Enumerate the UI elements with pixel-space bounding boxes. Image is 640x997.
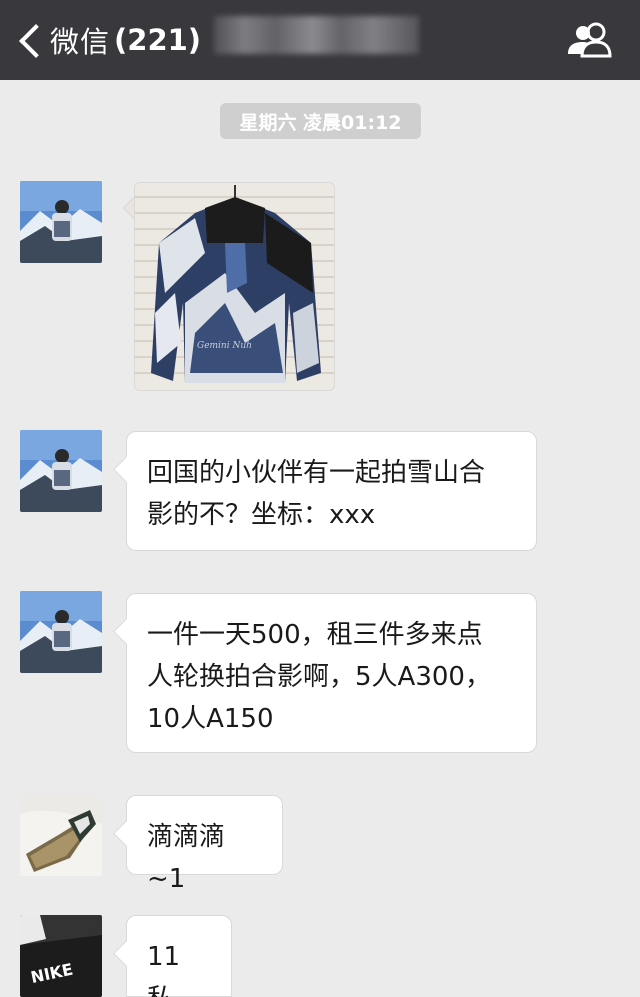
- chat-timestamp: 星期六 凌晨01:12: [220, 103, 421, 139]
- text-message[interactable]: 一件一天500，租三件多来点 人轮换拍合影啊，5人A300， 10人A150: [126, 593, 537, 753]
- back-label: 微信: [50, 25, 111, 59]
- group-people-icon[interactable]: [566, 20, 614, 60]
- message-line: 10人A150: [147, 704, 274, 734]
- chevron-left-icon: [18, 22, 40, 58]
- message-line: 回国的小伙伴有一起拍雪山合: [147, 458, 486, 488]
- message-line: 滴滴滴~1: [147, 822, 226, 894]
- message-line: 11 私: [147, 942, 181, 997]
- text-message[interactable]: 回国的小伙伴有一起拍雪山合 影的不？坐标：xxx: [126, 431, 537, 551]
- back-button[interactable]: 微信 (221): [18, 20, 201, 60]
- avatar[interactable]: [20, 181, 102, 263]
- message-line: 影的不？坐标：xxx: [147, 500, 376, 530]
- text-message[interactable]: 11 私: [126, 915, 232, 997]
- chat-title-blurred: [214, 16, 419, 54]
- avatar[interactable]: NIKE: [20, 915, 102, 997]
- text-message[interactable]: 滴滴滴~1: [126, 795, 283, 894]
- avatar[interactable]: [20, 430, 102, 512]
- message-line: 人轮换拍合影啊，5人A300，: [147, 662, 491, 692]
- avatar[interactable]: [20, 591, 102, 673]
- avatar[interactable]: [20, 794, 102, 876]
- image-message[interactable]: Gemini Nuh: [134, 182, 335, 391]
- svg-text:Gemini Nuh: Gemini Nuh: [197, 341, 252, 351]
- message-line: 一件一天500，租三件多来点: [147, 620, 483, 650]
- chat-header: 微信 (221): [0, 0, 640, 80]
- unread-count: (221): [114, 23, 202, 57]
